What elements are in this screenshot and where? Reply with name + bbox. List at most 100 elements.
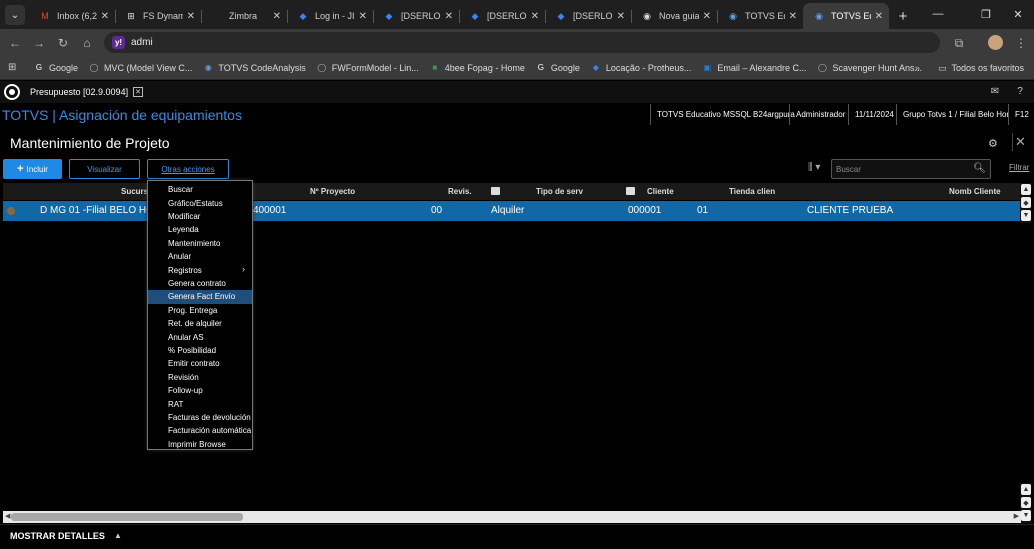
bookmark-item[interactable]: ◯ Scavenger Hunt Ans... (817, 63, 922, 73)
scroll-down-arrow-icon[interactable]: ▼ (1021, 510, 1031, 521)
mostrar-detalles-label[interactable]: MOSTRAR DETALLES (10, 531, 105, 541)
column-selector-icon[interactable]: ⫼ ▾ (808, 162, 820, 173)
scroll-up-arrow-icon[interactable]: ▲ (1021, 184, 1031, 195)
scroll-marker-icon[interactable]: ◆ (1021, 197, 1031, 208)
address-bar[interactable]: y! admi (104, 32, 940, 53)
browser-menu-button[interactable]: ⋮ (1012, 34, 1030, 52)
menu-item[interactable]: Revisión (148, 371, 252, 384)
menu-item[interactable]: Emitir contrato (148, 357, 252, 370)
menu-item[interactable]: Follow-up (148, 384, 252, 397)
otras-acciones-button[interactable]: Otras acciones (147, 159, 229, 179)
f12-info[interactable]: F12 (1008, 104, 1034, 125)
browser-tab[interactable]: ◆ Log in - JI ✕ (287, 3, 373, 29)
menu-item[interactable]: Anular AS (148, 330, 252, 343)
column-header-revis[interactable]: Revis. (448, 187, 472, 196)
browser-tab[interactable]: M Inbox (6,2 ✕ (29, 3, 115, 29)
close-icon[interactable]: ✕ (875, 11, 883, 22)
checkbox-icon[interactable] (626, 187, 635, 195)
close-window-button[interactable]: ✕ (1000, 0, 1034, 28)
new-tab-button[interactable]: + (892, 3, 914, 29)
bookmark-item[interactable]: ▣ Email – Alexandre C... (702, 63, 807, 73)
bookmark-item[interactable]: ◯ MVC (Model View C... (89, 63, 193, 73)
home-button[interactable]: ⌂ (78, 34, 96, 52)
menu-item[interactable]: Gráfico/Estatus (148, 196, 252, 209)
restore-button[interactable]: ❐ (968, 0, 1004, 28)
bookmark-item[interactable]: G Google (34, 63, 78, 73)
tab-search-button[interactable]: ⌄ (5, 5, 25, 25)
browser-tab[interactable]: ◉ TOTVS Edu ✕ (803, 3, 889, 29)
close-icon[interactable]: ✕ (187, 11, 195, 22)
close-icon[interactable]: ✕ (359, 11, 367, 22)
browser-tab[interactable]: ⊞ FS Dynam ✕ (115, 3, 201, 29)
bookmark-item[interactable]: ◆ Locação - Protheus... (591, 63, 692, 73)
column-header-tipo-serv[interactable]: Tipo de serv (536, 187, 583, 196)
back-button[interactable]: ← (6, 34, 24, 52)
scroll-up-arrow-icon[interactable]: ▲ (1021, 484, 1031, 495)
close-icon[interactable]: ✕ (789, 11, 797, 22)
close-icon[interactable]: ✕ (273, 11, 281, 22)
browser-tab[interactable]: ◉ TOTVS Edu ✕ (717, 3, 803, 29)
browser-tab[interactable]: ◆ [DSERLOC ✕ (373, 3, 459, 29)
menu-item[interactable]: Registros › (148, 263, 252, 276)
all-bookmarks[interactable]: » ▭ Todos os favoritos (915, 56, 1024, 80)
column-header-cliente[interactable]: Cliente (647, 187, 674, 196)
close-page-button[interactable]: ✕ (1012, 133, 1028, 151)
bookmark-item[interactable]: G Google (536, 63, 580, 73)
menu-item[interactable]: Ret. de alquiler (148, 317, 252, 330)
minimize-button[interactable]: — (920, 0, 956, 28)
close-icon[interactable]: ✕ (617, 11, 625, 22)
menu-item[interactable]: Genera Fact Envío (148, 290, 252, 304)
close-icon[interactable]: ✕ (133, 87, 144, 97)
app-tab[interactable]: Presupuesto [02.9.0094] ✕ (24, 84, 149, 100)
scroll-right-arrow-icon[interactable]: ▶ (1014, 512, 1019, 520)
extensions-button[interactable]: ⧉ (950, 34, 968, 52)
menu-item[interactable]: RAT (148, 397, 252, 410)
browser-tab[interactable]: ◆ [DSERLOC ✕ (459, 3, 545, 29)
scroll-left-arrow-icon[interactable]: ◀ (5, 512, 10, 520)
profile-avatar[interactable] (988, 35, 1003, 50)
browser-tab[interactable]: ◉ Nova guia ✕ (631, 3, 717, 29)
browser-tab[interactable]: Zimbra ✕ (201, 3, 287, 29)
menu-item[interactable]: Mantenimiento (148, 237, 252, 250)
horizontal-scroll-thumb[interactable] (11, 513, 243, 521)
scroll-marker-icon[interactable]: ◆ (1021, 497, 1031, 508)
bookmark-item[interactable]: ◉ TOTVS CodeAnalysis (203, 63, 306, 73)
filtrar-link[interactable]: Filtrar (1009, 163, 1029, 172)
close-icon[interactable]: ✕ (703, 11, 711, 22)
gear-icon[interactable]: ⚙ (988, 137, 998, 150)
details-footer[interactable]: MOSTRAR DETALLES ▲ (0, 524, 1034, 549)
menu-item[interactable]: % Posibilidad (148, 344, 252, 357)
vertical-scrollbar-bottom[interactable]: ▲ ◆ ▼ (1020, 483, 1031, 523)
chevron-double-right-icon[interactable]: » (915, 63, 920, 73)
mail-icon[interactable]: ✉ (988, 84, 1002, 98)
menu-item[interactable]: Imprimir Browse (148, 438, 252, 451)
apps-grid-icon[interactable]: ⊞ (8, 62, 20, 73)
close-icon[interactable]: ✕ (101, 11, 109, 22)
close-icon[interactable]: ✕ (531, 11, 539, 22)
reload-button[interactable]: ↻ (54, 34, 72, 52)
help-icon[interactable]: ? (1013, 84, 1027, 98)
menu-item[interactable]: Prog. Entrega (148, 304, 252, 317)
incluir-button[interactable]: + Incluir (3, 159, 62, 179)
menu-item[interactable]: Leyenda (148, 223, 252, 236)
menu-item[interactable]: Buscar (148, 183, 252, 196)
column-header-proyecto[interactable]: Nº Proyecto (310, 187, 355, 196)
menu-item[interactable]: Facturación automática (148, 424, 252, 437)
column-header-nombre[interactable]: Nomb Cliente (949, 187, 1001, 196)
bookmark-item[interactable]: ■ 4bee Fopag - Home (430, 63, 524, 73)
visualizar-button[interactable]: Visualizar (69, 159, 140, 179)
scroll-down-arrow-icon[interactable]: ▼ (1021, 210, 1031, 221)
column-header-tienda[interactable]: Tienda clien (729, 187, 775, 196)
search-icon[interactable]: 🔍︎ (973, 163, 986, 174)
menu-item[interactable]: Modificar (148, 210, 252, 223)
checkbox-icon[interactable] (491, 187, 500, 195)
bookmark-item[interactable]: ◯ FWFormModel - Lin... (317, 63, 419, 73)
forward-button[interactable]: → (30, 34, 48, 52)
menu-item[interactable]: Anular (148, 250, 252, 263)
close-icon[interactable]: ✕ (445, 11, 453, 22)
menu-item[interactable]: Facturas de devolución (148, 411, 252, 424)
chevron-up-icon[interactable]: ▲ (114, 531, 122, 540)
search-input[interactable]: Buscar 🔍︎ (831, 159, 991, 179)
vertical-scrollbar-top[interactable]: ▲ ◆ ▼ (1020, 183, 1031, 223)
horizontal-scrollbar[interactable]: ◀ ▶ (3, 511, 1021, 523)
